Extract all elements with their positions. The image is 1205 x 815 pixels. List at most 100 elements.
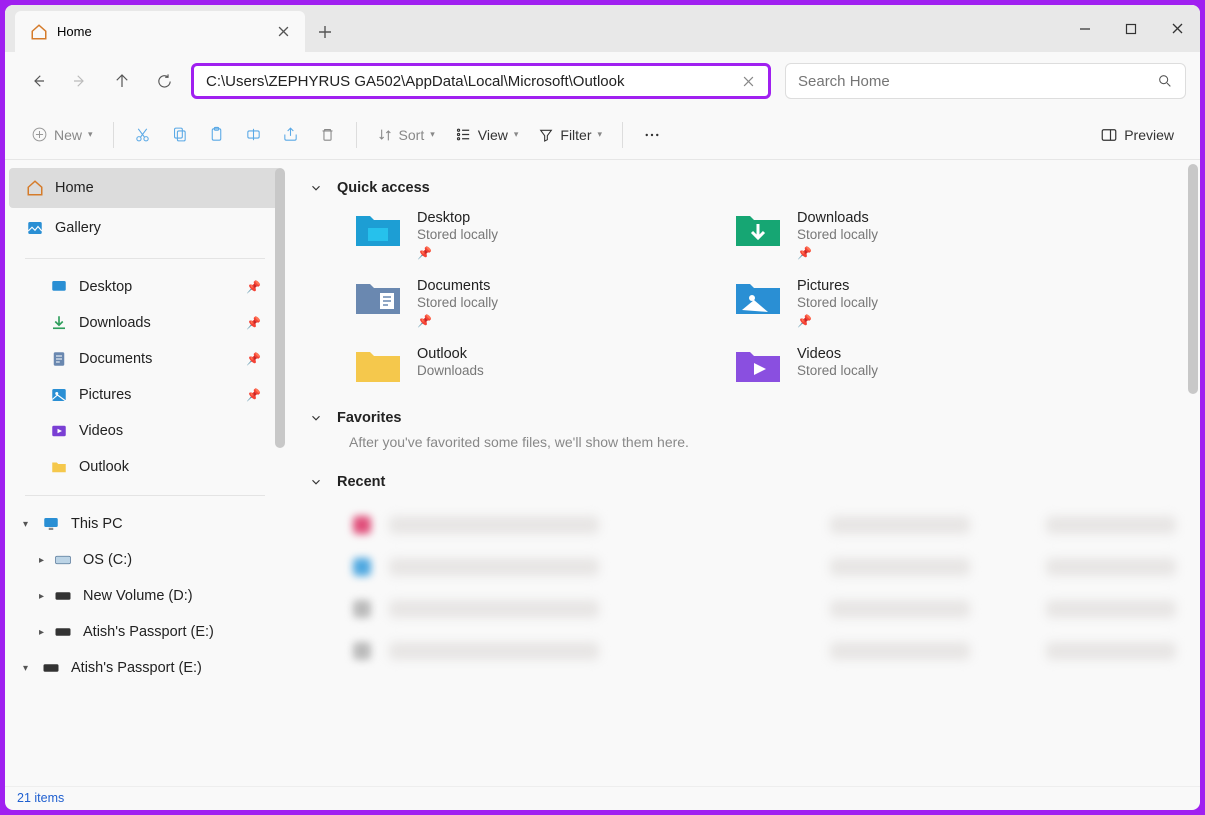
qa-item-desktop[interactable]: DesktopStored locally📌 xyxy=(353,210,713,260)
drive-icon xyxy=(41,658,61,678)
quick-access-grid: DesktopStored locally📌 DownloadsStored l… xyxy=(353,210,1176,386)
favorites-header[interactable]: Favorites xyxy=(309,410,1176,426)
address-input[interactable] xyxy=(206,73,736,90)
sidebar-scrollbar[interactable] xyxy=(275,168,285,448)
pictures-icon xyxy=(49,385,69,405)
back-button[interactable] xyxy=(19,62,57,100)
recent-list xyxy=(309,504,1176,672)
quick-access-header[interactable]: Quick access xyxy=(309,180,1176,196)
sidebar-item-home[interactable]: Home xyxy=(9,168,281,208)
cut-button[interactable] xyxy=(126,118,159,152)
preview-button[interactable]: Preview xyxy=(1092,118,1182,152)
recent-item[interactable] xyxy=(353,630,1176,672)
home-icon xyxy=(29,22,49,42)
navbar xyxy=(5,52,1200,110)
sidebar-item-gallery[interactable]: Gallery xyxy=(9,208,281,248)
pin-icon: 📌 xyxy=(246,316,261,330)
qa-title: Downloads xyxy=(797,210,878,226)
sidebar-item-label: OS (C:) xyxy=(83,552,132,568)
chevron-right-icon[interactable]: ▸ xyxy=(39,627,44,638)
folder-icon xyxy=(353,346,403,386)
share-button[interactable] xyxy=(274,118,307,152)
sidebar-item-this-pc[interactable]: ▾ This PC xyxy=(9,506,281,542)
sidebar-item-outlook[interactable]: Outlook xyxy=(9,449,281,485)
more-button[interactable] xyxy=(635,118,669,152)
downloads-folder-icon xyxy=(733,210,783,250)
minimize-button[interactable] xyxy=(1062,5,1108,52)
pin-icon: 📌 xyxy=(246,388,261,402)
view-button[interactable]: View▾ xyxy=(447,118,527,152)
filter-button[interactable]: Filter▾ xyxy=(530,118,610,152)
close-tab-button[interactable] xyxy=(275,24,291,40)
qa-sub: Stored locally xyxy=(797,227,878,242)
chevron-right-icon[interactable]: ▸ xyxy=(39,591,44,602)
drive-icon xyxy=(53,586,73,606)
sidebar-item-label: Documents xyxy=(79,351,152,367)
maximize-button[interactable] xyxy=(1108,5,1154,52)
view-label: View xyxy=(478,127,508,143)
clear-address-button[interactable] xyxy=(736,69,760,93)
status-bar: 21 items xyxy=(5,786,1200,810)
sidebar-item-os-c[interactable]: ▸ OS (C:) xyxy=(9,542,281,578)
address-bar[interactable] xyxy=(191,63,771,99)
chevron-down-icon[interactable]: ▾ xyxy=(23,663,28,674)
desktop-folder-icon xyxy=(353,210,403,250)
explorer-window: Home New▾ xyxy=(5,5,1200,810)
main-content: Quick access DesktopStored locally📌 Down… xyxy=(285,160,1200,786)
sidebar: Home Gallery Desktop 📌 Downloads 📌 Docum… xyxy=(5,160,285,786)
sidebar-item-pictures[interactable]: Pictures 📌 xyxy=(9,377,281,413)
new-label: New xyxy=(54,127,82,143)
qa-sub: Stored locally xyxy=(797,295,878,310)
search-input[interactable] xyxy=(798,73,1157,90)
close-window-button[interactable] xyxy=(1154,5,1200,52)
main-scrollbar[interactable] xyxy=(1188,164,1198,394)
filter-label: Filter xyxy=(560,127,591,143)
recent-item[interactable] xyxy=(353,588,1176,630)
sidebar-item-label: Videos xyxy=(79,423,123,439)
sidebar-item-passport-e-2[interactable]: ▾ Atish's Passport (E:) xyxy=(9,650,281,686)
favorites-empty-text: After you've favorited some files, we'll… xyxy=(349,434,1176,450)
refresh-button[interactable] xyxy=(145,62,183,100)
sort-button[interactable]: Sort▾ xyxy=(369,118,443,152)
titlebar: Home xyxy=(5,5,1200,52)
recent-header[interactable]: Recent xyxy=(309,474,1176,490)
copy-button[interactable] xyxy=(163,118,196,152)
videos-folder-icon xyxy=(733,346,783,386)
folder-icon xyxy=(49,457,69,477)
search-bar[interactable] xyxy=(785,63,1186,99)
drive-icon xyxy=(53,550,73,570)
up-button[interactable] xyxy=(103,62,141,100)
rename-button[interactable] xyxy=(237,118,270,152)
tab-home[interactable]: Home xyxy=(15,11,305,52)
qa-item-pictures[interactable]: PicturesStored locally📌 xyxy=(733,278,1093,328)
sidebar-item-new-volume-d[interactable]: ▸ New Volume (D:) xyxy=(9,578,281,614)
qa-item-outlook[interactable]: OutlookDownloads xyxy=(353,346,713,386)
qa-item-videos[interactable]: VideosStored locally xyxy=(733,346,1093,386)
new-tab-button[interactable] xyxy=(305,11,345,52)
qa-title: Outlook xyxy=(417,346,484,362)
new-button[interactable]: New▾ xyxy=(23,118,101,152)
pin-icon: 📌 xyxy=(797,246,878,260)
preview-label: Preview xyxy=(1124,127,1174,143)
search-icon xyxy=(1157,73,1173,89)
favorites-label: Favorites xyxy=(337,410,401,426)
chevron-right-icon[interactable]: ▸ xyxy=(39,555,44,566)
recent-item[interactable] xyxy=(353,546,1176,588)
sidebar-item-documents[interactable]: Documents 📌 xyxy=(9,341,281,377)
chevron-down-icon[interactable]: ▾ xyxy=(23,519,28,530)
qa-item-documents[interactable]: DocumentsStored locally📌 xyxy=(353,278,713,328)
sidebar-item-label: Atish's Passport (E:) xyxy=(83,624,214,640)
qa-item-downloads[interactable]: DownloadsStored locally 📌 xyxy=(733,210,1093,260)
status-text: 21 items xyxy=(17,791,64,805)
sidebar-item-passport-e-1[interactable]: ▸ Atish's Passport (E:) xyxy=(9,614,281,650)
sidebar-item-desktop[interactable]: Desktop 📌 xyxy=(9,269,281,305)
paste-button[interactable] xyxy=(200,118,233,152)
sidebar-item-label: Home xyxy=(55,180,94,196)
sidebar-item-videos[interactable]: Videos xyxy=(9,413,281,449)
sidebar-item-label: Outlook xyxy=(79,459,129,475)
recent-item[interactable] xyxy=(353,504,1176,546)
forward-button[interactable] xyxy=(61,62,99,100)
sidebar-item-label: Pictures xyxy=(79,387,131,403)
sidebar-item-downloads[interactable]: Downloads 📌 xyxy=(9,305,281,341)
delete-button[interactable] xyxy=(311,118,344,152)
